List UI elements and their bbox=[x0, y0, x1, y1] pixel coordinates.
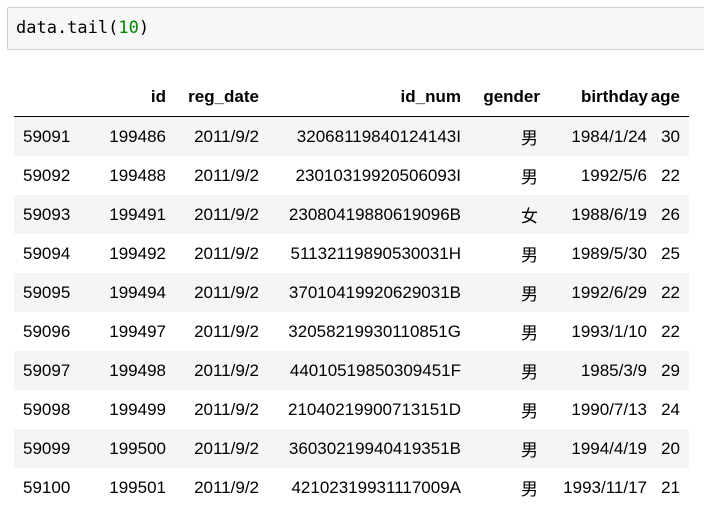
row-index: 59097 bbox=[14, 351, 91, 390]
cell-reg-date: 2011/9/2 bbox=[166, 351, 259, 390]
cell-birthday: 1993/11/17 bbox=[540, 468, 648, 507]
cell-reg-date: 2011/9/2 bbox=[166, 116, 259, 156]
cell-birthday: 1992/5/6 bbox=[540, 156, 648, 195]
cell-id: 199492 bbox=[91, 234, 166, 273]
cell-id: 199499 bbox=[91, 390, 166, 429]
cell-reg-date: 2011/9/2 bbox=[166, 429, 259, 468]
cell-gender: 男 bbox=[461, 468, 540, 507]
cell-gender: 男 bbox=[461, 429, 540, 468]
cell-id: 199486 bbox=[91, 116, 166, 156]
column-header-birthday: birthday bbox=[540, 78, 648, 117]
table-header-row: id reg_date id_num gender birthday age bbox=[14, 78, 689, 117]
cell-birthday: 1988/6/19 bbox=[540, 195, 648, 234]
cell-id: 199494 bbox=[91, 273, 166, 312]
cell-age: 26 bbox=[648, 195, 689, 234]
cell-id: 199491 bbox=[91, 195, 166, 234]
dataframe-table: id reg_date id_num gender birthday age 5… bbox=[14, 78, 689, 507]
cell-id: 199501 bbox=[91, 468, 166, 507]
row-index: 59091 bbox=[14, 116, 91, 156]
column-header-index bbox=[14, 78, 91, 117]
code-argument: 10 bbox=[118, 18, 139, 38]
cell-age: 21 bbox=[648, 468, 689, 507]
cell-gender: 男 bbox=[461, 156, 540, 195]
column-header-gender: gender bbox=[461, 78, 540, 117]
cell-age: 22 bbox=[648, 312, 689, 351]
cell-birthday: 1993/1/10 bbox=[540, 312, 648, 351]
cell-reg-date: 2011/9/2 bbox=[166, 468, 259, 507]
cell-reg-date: 2011/9/2 bbox=[166, 312, 259, 351]
cell-reg-date: 2011/9/2 bbox=[166, 273, 259, 312]
table-row: 59095 199494 2011/9/2 37010419920629031B 男 19… bbox=[14, 273, 689, 312]
cell-reg-date: 2011/9/2 bbox=[166, 234, 259, 273]
row-index: 59095 bbox=[14, 273, 91, 312]
table-row: 59092 199488 2011/9/2 23010319920506093I 男 19… bbox=[14, 156, 689, 195]
cell-gender: 男 bbox=[461, 234, 540, 273]
table-row: 59097 199498 2011/9/2 44010519850309451F 男 19… bbox=[14, 351, 689, 390]
cell-id: 199500 bbox=[91, 429, 166, 468]
column-header-age: age bbox=[648, 78, 689, 117]
output-area: id reg_date id_num gender birthday age 5… bbox=[14, 78, 689, 507]
cell-birthday: 1990/7/13 bbox=[540, 390, 648, 429]
cell-id-num: 42102319931117009A bbox=[259, 468, 461, 507]
cell-age: 29 bbox=[648, 351, 689, 390]
cell-id-num: 36030219940419351B bbox=[259, 429, 461, 468]
row-index: 59098 bbox=[14, 390, 91, 429]
cell-reg-date: 2011/9/2 bbox=[166, 390, 259, 429]
row-index: 59100 bbox=[14, 468, 91, 507]
cell-id-num: 21040219900713151D bbox=[259, 390, 461, 429]
code-close-paren: ) bbox=[138, 18, 150, 38]
column-header-reg-date: reg_date bbox=[166, 78, 259, 117]
cell-age: 20 bbox=[648, 429, 689, 468]
column-header-id-num: id_num bbox=[259, 78, 461, 117]
cell-id-num: 37010419920629031B bbox=[259, 273, 461, 312]
cell-birthday: 1994/4/19 bbox=[540, 429, 648, 468]
code-open-paren: ( bbox=[108, 18, 119, 38]
cell-gender: 男 bbox=[461, 273, 540, 312]
cell-birthday: 1992/6/29 bbox=[540, 273, 648, 312]
row-index: 59099 bbox=[14, 429, 91, 468]
cell-id-num: 44010519850309451F bbox=[259, 351, 461, 390]
cell-gender: 女 bbox=[461, 195, 540, 234]
table-row: 59100 199501 2011/9/2 42102319931117009A 男 19… bbox=[14, 468, 689, 507]
cell-reg-date: 2011/9/2 bbox=[166, 156, 259, 195]
row-index: 59093 bbox=[14, 195, 91, 234]
cell-age: 30 bbox=[648, 116, 689, 156]
table-row: 59099 199500 2011/9/2 36030219940419351B 男 19… bbox=[14, 429, 689, 468]
cell-gender: 男 bbox=[461, 116, 540, 156]
cell-id-num: 32058219930110851G bbox=[259, 312, 461, 351]
cell-birthday: 1985/3/9 bbox=[540, 351, 648, 390]
cell-id: 199488 bbox=[91, 156, 166, 195]
cell-reg-date: 2011/9/2 bbox=[166, 195, 259, 234]
cell-id-num: 23080419880619096B bbox=[259, 195, 461, 234]
cell-age: 22 bbox=[648, 156, 689, 195]
table-row: 59096 199497 2011/9/2 32058219930110851G 男 19… bbox=[14, 312, 689, 351]
row-index: 59092 bbox=[14, 156, 91, 195]
cell-birthday: 1984/1/24 bbox=[540, 116, 648, 156]
cell-id: 199497 bbox=[91, 312, 166, 351]
cell-gender: 男 bbox=[461, 312, 540, 351]
cell-id-num: 23010319920506093I bbox=[259, 156, 461, 195]
row-index: 59094 bbox=[14, 234, 91, 273]
cell-gender: 男 bbox=[461, 351, 540, 390]
code-function-call: data.tail bbox=[16, 18, 109, 38]
cell-age: 25 bbox=[648, 234, 689, 273]
cell-age: 24 bbox=[648, 390, 689, 429]
cell-id-num: 51132119890530031H bbox=[259, 234, 461, 273]
table-row: 59091 199486 2011/9/2 32068119840124143I 男 19… bbox=[14, 116, 689, 156]
cell-id-num: 32068119840124143I bbox=[259, 116, 461, 156]
code-input-cell[interactable]: data.tail(10) bbox=[7, 7, 704, 50]
column-header-id: id bbox=[91, 78, 166, 117]
table-row: 59098 199499 2011/9/2 21040219900713151D 男 19… bbox=[14, 390, 689, 429]
cell-birthday: 1989/5/30 bbox=[540, 234, 648, 273]
cell-gender: 男 bbox=[461, 390, 540, 429]
cell-age: 22 bbox=[648, 273, 689, 312]
table-row: 59093 199491 2011/9/2 23080419880619096B 女 19… bbox=[14, 195, 689, 234]
row-index: 59096 bbox=[14, 312, 91, 351]
table-row: 59094 199492 2011/9/2 51132119890530031H 男 19… bbox=[14, 234, 689, 273]
cell-id: 199498 bbox=[91, 351, 166, 390]
